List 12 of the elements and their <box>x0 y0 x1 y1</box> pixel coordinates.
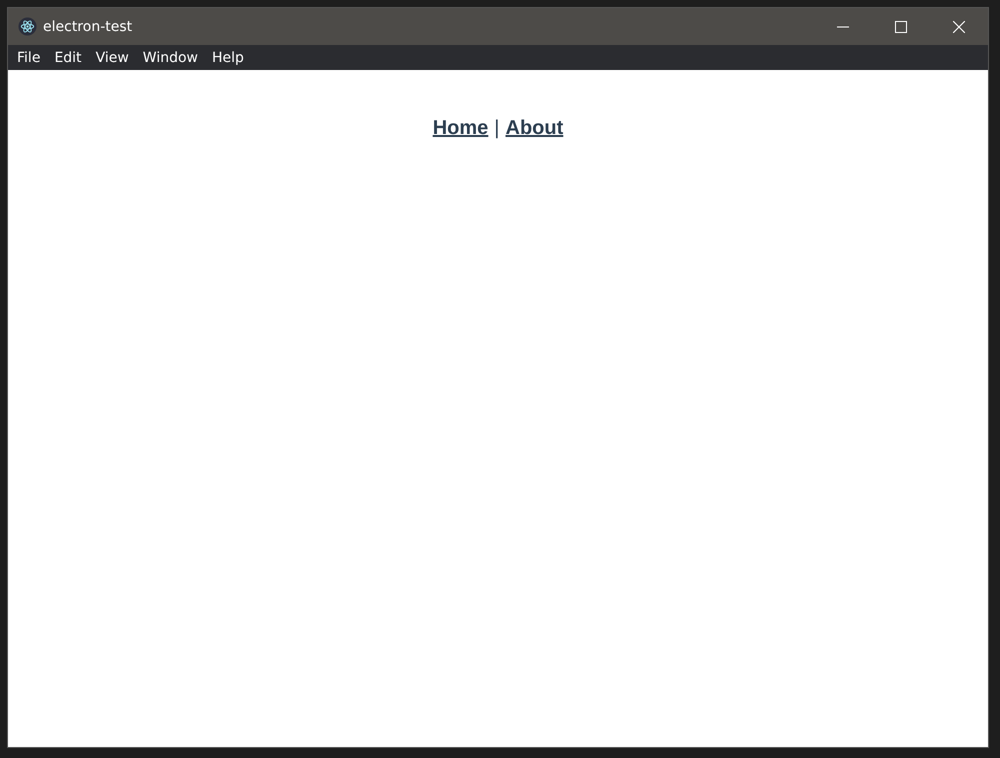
menu-item[interactable]: File <box>10 50 48 66</box>
nav-link[interactable]: Home <box>432 117 488 140</box>
maximize-icon <box>895 20 907 32</box>
atom-icon <box>18 17 37 36</box>
nav-link[interactable]: About <box>506 117 564 140</box>
menu-item[interactable]: Window <box>136 50 205 66</box>
menu-item[interactable]: Help <box>205 50 251 66</box>
window-title: electron-test <box>43 18 132 34</box>
close-icon <box>953 20 965 32</box>
separator: | <box>494 117 500 140</box>
menu-item[interactable]: View <box>88 50 136 66</box>
menu-item[interactable]: Edit <box>47 50 89 66</box>
